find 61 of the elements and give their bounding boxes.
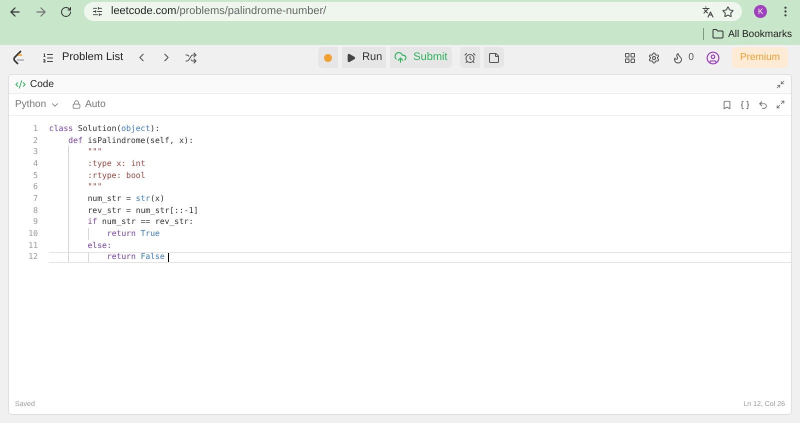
line-number: 8 xyxy=(32,204,38,217)
code-line: class Solution(object): xyxy=(49,123,161,135)
format-icon[interactable] xyxy=(740,100,750,110)
line-number: 7 xyxy=(32,192,38,205)
code-line: def isPalindrome(self, x): xyxy=(67,134,195,146)
code-line: """ xyxy=(49,181,791,194)
line-number: 3 xyxy=(32,146,38,158)
code-line: num_str = str(x) xyxy=(49,193,791,205)
line-number: 1 xyxy=(32,122,38,135)
list-icon[interactable] xyxy=(42,52,54,64)
avatar-icon[interactable] xyxy=(706,50,720,64)
settings-icon[interactable] xyxy=(648,52,660,64)
reset-icon[interactable] xyxy=(758,100,768,110)
line-number: 6 xyxy=(32,181,38,194)
line-number: 9 xyxy=(32,216,38,228)
code-line: return True xyxy=(49,228,791,240)
problem-list-link[interactable]: Problem List xyxy=(62,49,124,66)
expand-icon[interactable] xyxy=(776,100,785,109)
bookmark-star-icon[interactable] xyxy=(722,6,734,18)
collapse-icon[interactable] xyxy=(776,80,785,88)
lock-icon xyxy=(72,100,82,109)
profile-avatar[interactable]: K xyxy=(754,5,767,18)
alarm-clock-icon xyxy=(464,52,476,64)
panel-title: Code xyxy=(30,78,54,92)
code-line: """ xyxy=(49,146,791,158)
bookmarks-link[interactable]: All Bookmarks xyxy=(728,26,792,42)
bug-icon xyxy=(324,54,332,62)
address-bar[interactable]: leetcode.com/problems/palindrome-number/ xyxy=(84,2,742,21)
text-cursor xyxy=(168,252,169,262)
back-icon[interactable] xyxy=(8,4,22,18)
bookmark-icon[interactable] xyxy=(722,100,732,110)
line-number: 12 xyxy=(27,251,38,264)
line-number: 2 xyxy=(32,134,38,147)
code-line: if num_str == rev_str: xyxy=(49,216,791,228)
shuffle-icon[interactable] xyxy=(185,52,198,64)
logo-icon[interactable] xyxy=(12,50,26,66)
code-line: rev_str = num_str[::-1] xyxy=(49,204,791,216)
code-line: else: xyxy=(49,240,791,252)
forward-icon[interactable] xyxy=(34,4,48,18)
reload-icon[interactable] xyxy=(60,6,72,18)
streak-count: 0 xyxy=(688,51,694,65)
url-text: leetcode.com/problems/palindrome-number/ xyxy=(111,4,326,20)
run-button[interactable]: Run xyxy=(342,47,386,68)
line-number: 10 xyxy=(27,228,38,240)
code-line: :rtype: bool xyxy=(49,170,791,182)
code-icon xyxy=(15,78,26,90)
line-number: 11 xyxy=(27,240,38,252)
language-select[interactable]: Python xyxy=(15,97,60,112)
grid-icon[interactable] xyxy=(624,52,636,64)
flame-icon[interactable] xyxy=(672,52,684,64)
cloud-upload-icon xyxy=(394,51,408,64)
folder-icon xyxy=(712,28,724,40)
line-number: 5 xyxy=(32,170,38,182)
code-line: :type x: int xyxy=(49,158,791,170)
mode-label: Auto xyxy=(85,98,106,112)
code-line: return False xyxy=(49,252,791,264)
line-number: 4 xyxy=(32,158,38,170)
play-icon xyxy=(346,52,356,62)
translate-icon[interactable] xyxy=(702,6,714,18)
note-icon xyxy=(488,52,500,64)
site-settings-icon[interactable] xyxy=(92,6,103,17)
